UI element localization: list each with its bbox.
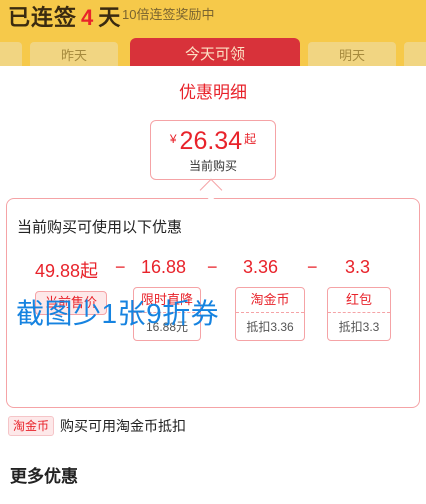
streak-prefix: 已连签 xyxy=(8,5,78,30)
streak-suffix: 天 xyxy=(98,5,122,30)
price-amount: 26.34 xyxy=(179,127,243,155)
value-coins: 3.36 xyxy=(243,257,279,277)
tag-sub: 抵扣3.3 xyxy=(328,312,390,340)
breakdown-heading: 当前购买可使用以下优惠 xyxy=(17,219,183,236)
minus-operator: − xyxy=(307,257,318,277)
price-currency: ¥ xyxy=(169,132,177,146)
streak-subtitle: 10倍连签奖励中 xyxy=(122,7,215,22)
price-label: 当前购买 xyxy=(188,159,237,173)
price-suffix: 起 xyxy=(244,132,257,146)
day-tile-tomorrow[interactable]: 明天 xyxy=(308,42,396,66)
more-offers-title: 更多优惠 xyxy=(10,467,78,486)
day-tile-past xyxy=(0,42,22,66)
discount-detail-sheet: 优惠明细 ¥26.34 起 当前购买 当前购买可使用以下优惠 49.88起 − 1… xyxy=(0,66,426,504)
streak-title: 已连签 4 天 xyxy=(8,0,121,32)
value-price-drop: 16.88 xyxy=(141,257,187,277)
checkin-banner: 已连签 4 天 10倍连签奖励中 昨天 今天可领 明天 xyxy=(0,0,426,66)
overlay-annotation: 截图少1张9折券 xyxy=(16,298,220,329)
coin-note-text: 购买可用淘金币抵扣 xyxy=(60,418,187,434)
tag-head: 红包 xyxy=(345,292,372,307)
tag-red-packet: 红包 抵扣3.3 xyxy=(327,287,391,341)
value-original-price: 49.88起 xyxy=(35,261,99,281)
streak-days: 4 xyxy=(81,5,95,30)
minus-operator: − xyxy=(115,257,126,277)
tag-head: 淘金币 xyxy=(250,292,290,307)
tag-sub: 抵扣3.36 xyxy=(236,312,304,340)
day-tile-next xyxy=(404,42,426,66)
current-price: ¥26.34 起 xyxy=(151,127,275,156)
minus-operator: − xyxy=(207,257,218,277)
tag-taojinbi: 淘金币 抵扣3.36 xyxy=(235,287,305,341)
day-tile-yesterday[interactable]: 昨天 xyxy=(30,42,118,66)
coin-note-row: 淘金币 购买可用淘金币抵扣 xyxy=(8,416,186,438)
coin-badge: 淘金币 xyxy=(8,416,55,436)
current-price-box: ¥26.34 起 当前购买 xyxy=(150,120,276,180)
day-tile-today[interactable]: 今天可领 xyxy=(130,38,300,66)
value-red-packet: 3.3 xyxy=(345,257,371,277)
sheet-title: 优惠明细 xyxy=(179,83,247,102)
